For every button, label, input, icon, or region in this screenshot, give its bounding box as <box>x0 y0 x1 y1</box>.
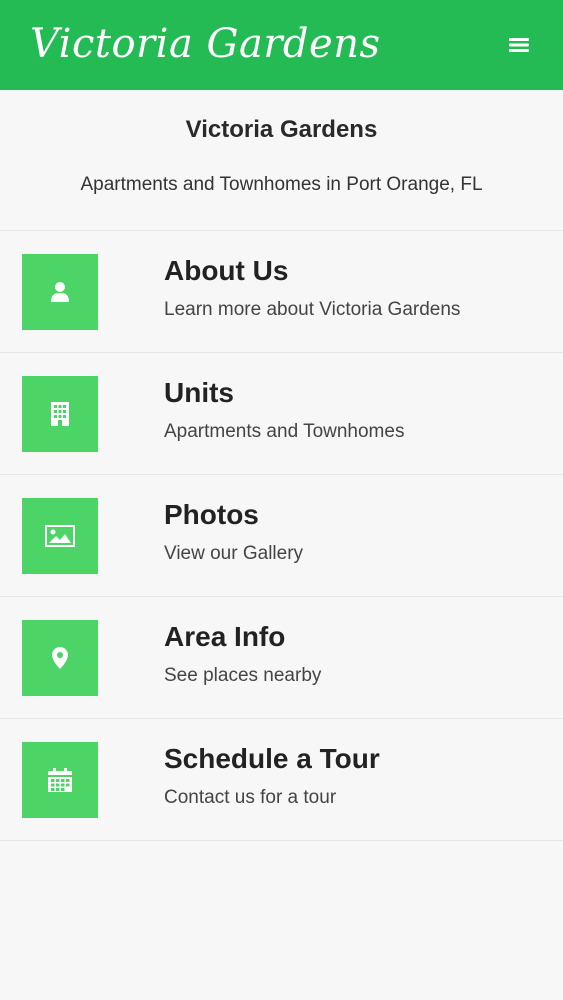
nav-item-units[interactable]: Units Apartments and Townhomes <box>0 353 563 475</box>
page-title: Victoria Gardens <box>185 116 378 143</box>
nav-item-title: Area Info <box>164 621 286 652</box>
nav-item-photos[interactable]: Photos View our Gallery <box>0 475 563 597</box>
icon-tile <box>22 498 98 574</box>
brand-logo[interactable]: Victoria Gardens <box>30 14 381 74</box>
nav-item-title: Units <box>164 377 234 408</box>
hero-section: Victoria Gardens Apartments and Townhome… <box>0 90 563 231</box>
nav-item-subtitle: See places nearby <box>164 665 322 686</box>
icon-tile <box>22 254 98 330</box>
calendar-icon <box>48 768 72 792</box>
nav-item-title: Photos <box>164 499 259 530</box>
user-icon <box>51 282 69 302</box>
image-icon <box>45 525 75 547</box>
nav-item-schedule-tour[interactable]: Schedule a Tour Contact us for a tour <box>0 719 563 841</box>
nav-item-title: Schedule a Tour <box>164 743 380 774</box>
nav-item-area-info[interactable]: Area Info See places nearby <box>0 597 563 719</box>
icon-tile <box>22 376 98 452</box>
nav-item-subtitle: View our Gallery <box>164 543 304 564</box>
hamburger-menu-icon <box>509 38 529 52</box>
nav-item-subtitle: Learn more about Victoria Gardens <box>164 299 461 320</box>
building-icon <box>51 402 69 426</box>
top-app-bar: Victoria Gardens <box>0 0 563 90</box>
nav-item-subtitle: Contact us for a tour <box>164 787 337 808</box>
icon-tile <box>22 742 98 818</box>
icon-tile <box>22 620 98 696</box>
page-subtitle: Apartments and Townhomes in Port Orange,… <box>80 174 483 195</box>
menu-button[interactable] <box>504 30 534 60</box>
nav-list: About Us Learn more about Victoria Garde… <box>0 231 563 841</box>
map-pin-icon <box>52 647 68 669</box>
nav-item-title: About Us <box>164 255 289 286</box>
nav-item-about-us[interactable]: About Us Learn more about Victoria Garde… <box>0 231 563 353</box>
nav-item-subtitle: Apartments and Townhomes <box>164 421 405 442</box>
